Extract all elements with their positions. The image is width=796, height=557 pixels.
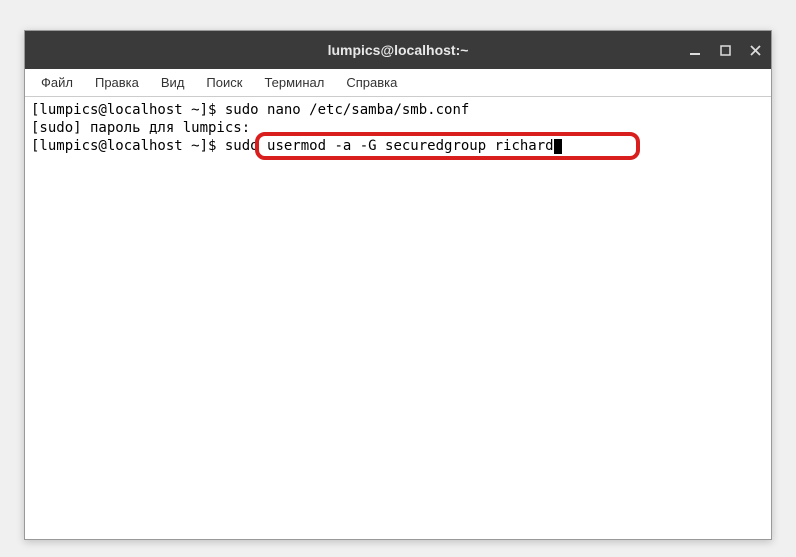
menubar: Файл Правка Вид Поиск Терминал Справка	[25, 69, 771, 97]
command-text: sudo nano /etc/samba/smb.conf	[225, 102, 469, 118]
sudo-prompt: [sudo] пароль для lumpics:	[31, 120, 250, 136]
menu-search[interactable]: Поиск	[196, 71, 252, 94]
menu-edit[interactable]: Правка	[85, 71, 149, 94]
command-text: sudo usermod -a -G securedgroup richard	[225, 138, 554, 154]
terminal-window: lumpics@localhost:~ Файл Правка Вид Поис…	[24, 30, 772, 540]
minimize-button[interactable]	[687, 42, 703, 58]
cursor-icon	[554, 139, 562, 154]
prompt: [lumpics@localhost ~]$	[31, 102, 225, 118]
menu-file[interactable]: Файл	[31, 71, 83, 94]
window-controls	[687, 42, 763, 58]
menu-help[interactable]: Справка	[336, 71, 407, 94]
terminal-line: [sudo] пароль для lumpics:	[31, 119, 765, 137]
menu-terminal[interactable]: Терминал	[254, 71, 334, 94]
terminal-line: [lumpics@localhost ~]$ sudo nano /etc/sa…	[31, 101, 765, 119]
titlebar[interactable]: lumpics@localhost:~	[25, 31, 771, 69]
terminal-output[interactable]: [lumpics@localhost ~]$ sudo nano /etc/sa…	[25, 97, 771, 539]
prompt: [lumpics@localhost ~]$	[31, 138, 225, 154]
maximize-button[interactable]	[717, 42, 733, 58]
window-title: lumpics@localhost:~	[328, 42, 469, 58]
close-button[interactable]	[747, 42, 763, 58]
terminal-line: [lumpics@localhost ~]$ sudo usermod -a -…	[31, 137, 765, 155]
menu-view[interactable]: Вид	[151, 71, 195, 94]
